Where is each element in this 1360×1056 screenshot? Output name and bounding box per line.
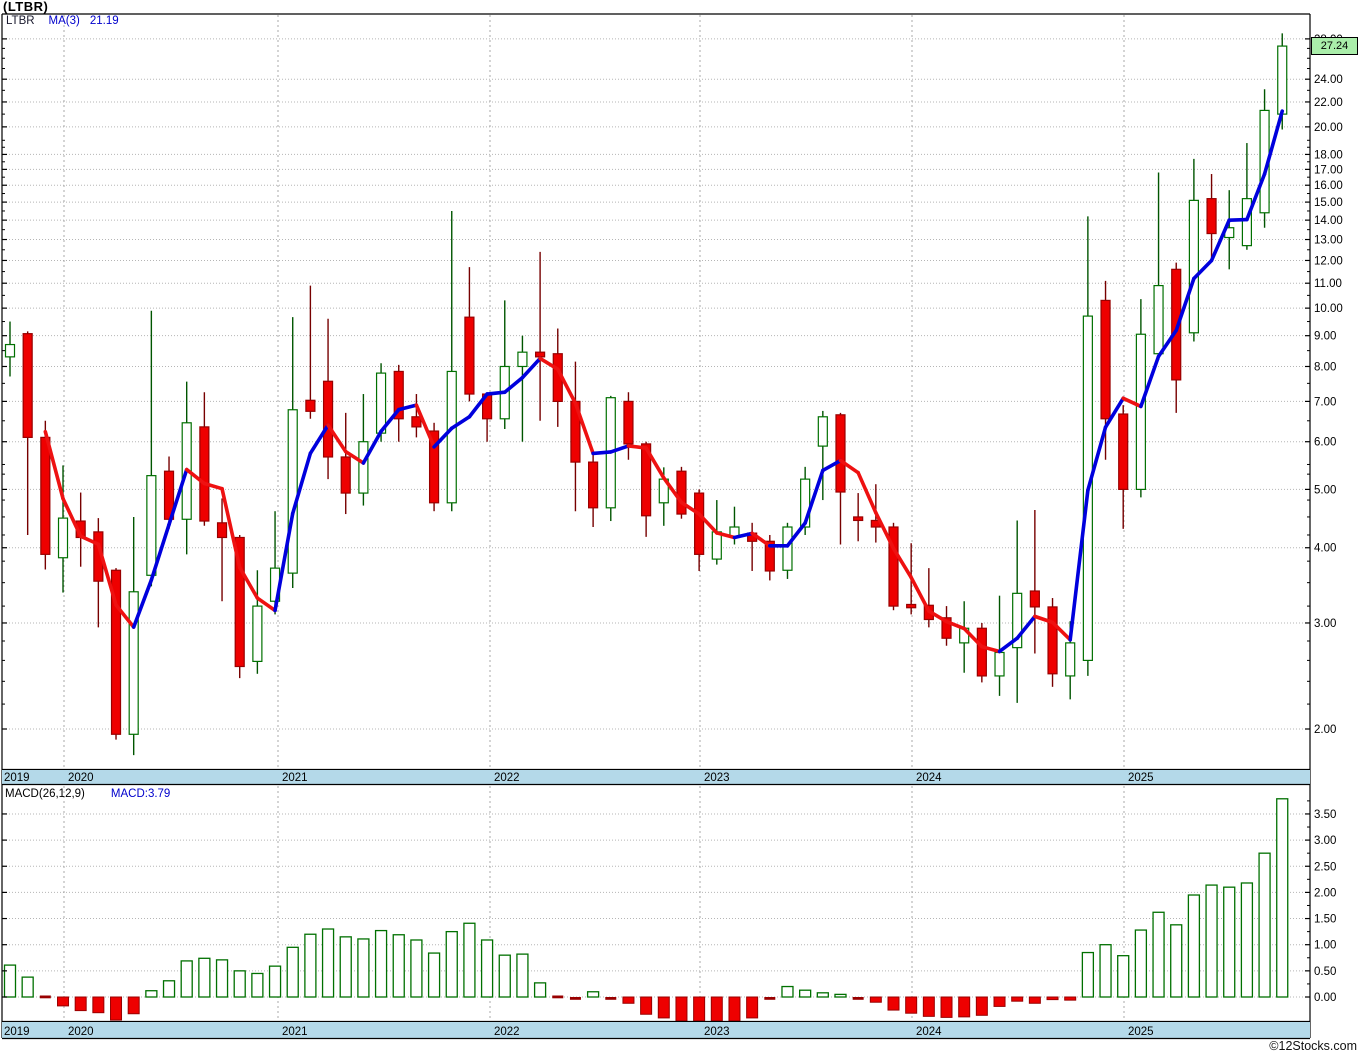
svg-text:6.00: 6.00 <box>1314 437 1336 449</box>
svg-text:1.50: 1.50 <box>1314 914 1336 926</box>
svg-text:2023: 2023 <box>704 772 730 784</box>
svg-text:11.00: 11.00 <box>1314 278 1342 290</box>
svg-text:2022: 2022 <box>494 1026 520 1038</box>
svg-text:2024: 2024 <box>916 772 942 784</box>
svg-text:2023: 2023 <box>704 1026 730 1038</box>
stock-chart-page: 2019 2019 2020 2020 2021 2021 2022 2022 2023 2023… <box>0 0 1360 1056</box>
svg-text:24.00: 24.00 <box>1314 74 1343 86</box>
svg-text:2.00: 2.00 <box>1314 887 1336 899</box>
svg-text:1.00: 1.00 <box>1314 940 1336 952</box>
svg-text:2.50: 2.50 <box>1314 861 1336 873</box>
price-legend: LTBR MA(3) 21.19 <box>6 15 119 27</box>
svg-text:3.50: 3.50 <box>1314 809 1336 821</box>
svg-text:9.00: 9.00 <box>1314 331 1336 343</box>
svg-text:2022: 2022 <box>494 772 520 784</box>
svg-text:2.00: 2.00 <box>1314 724 1336 736</box>
svg-text:2025: 2025 <box>1128 772 1154 784</box>
svg-text:5.00: 5.00 <box>1314 484 1336 496</box>
macd-legend: MACD(26,12,9) MACD:3.79 <box>5 788 170 800</box>
macd-params-label: MACD(26,12,9) <box>5 788 85 800</box>
svg-text:3.00: 3.00 <box>1314 618 1336 630</box>
svg-text:2025: 2025 <box>1128 1026 1154 1038</box>
price-macd-chart: 2019 2019 2020 2020 2021 2021 2022 2022 2023 2023… <box>0 0 1360 1056</box>
svg-text:2020: 2020 <box>68 772 94 784</box>
legend-ma-value: 21.19 <box>89 15 119 27</box>
svg-text:14.00: 14.00 <box>1314 215 1343 227</box>
svg-text:13.00: 13.00 <box>1314 235 1343 247</box>
current-price-badge: 27.24 <box>1311 37 1358 55</box>
copyright-watermark: ©12Stocks.com <box>1269 1039 1357 1053</box>
svg-text:12.00: 12.00 <box>1314 255 1343 267</box>
svg-text:4.00: 4.00 <box>1314 543 1336 555</box>
svg-text:3.00: 3.00 <box>1314 835 1336 847</box>
svg-text:7.00: 7.00 <box>1314 396 1336 408</box>
svg-text:8.00: 8.00 <box>1314 361 1336 373</box>
svg-text:2024: 2024 <box>916 1026 942 1038</box>
svg-text:15.00: 15.00 <box>1314 197 1343 209</box>
svg-text:2021: 2021 <box>282 772 308 784</box>
svg-text:2021: 2021 <box>282 1026 308 1038</box>
svg-text:0.00: 0.00 <box>1314 992 1336 1004</box>
legend-ma-label: MA(3) <box>48 15 80 27</box>
page-title: (LTBR) <box>3 0 49 14</box>
legend-symbol: LTBR <box>6 15 35 27</box>
svg-text:22.00: 22.00 <box>1314 97 1343 109</box>
svg-text:0.50: 0.50 <box>1314 966 1336 978</box>
svg-text:17.00: 17.00 <box>1314 164 1343 176</box>
svg-text:16.00: 16.00 <box>1314 180 1343 192</box>
svg-text:2019: 2019 <box>4 772 30 784</box>
svg-text:2019: 2019 <box>4 1026 30 1038</box>
svg-text:20.00: 20.00 <box>1314 122 1343 134</box>
macd-value-label: MACD:3.79 <box>110 788 171 800</box>
svg-text:2020: 2020 <box>68 1026 94 1038</box>
svg-text:10.00: 10.00 <box>1314 303 1343 315</box>
svg-text:18.00: 18.00 <box>1314 149 1343 161</box>
